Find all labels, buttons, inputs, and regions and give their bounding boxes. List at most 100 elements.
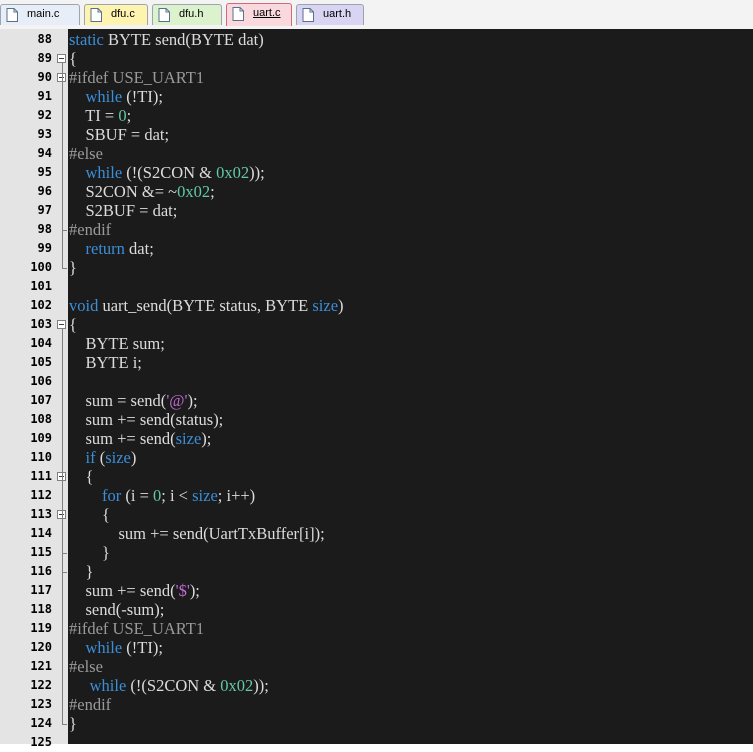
line-number: 121 (30, 659, 52, 673)
code-token: BYTE send(BYTE dat) (103, 30, 264, 49)
code-token: ) (338, 296, 344, 315)
line-number: 123 (30, 697, 52, 711)
code-token: (!TI); (122, 638, 163, 657)
tab-uart-c[interactable]: uart.c (226, 3, 292, 26)
code-token: BYTE i; (69, 353, 142, 372)
code-token: S2BUF = dat; (69, 201, 178, 220)
code-token: } (69, 562, 94, 581)
file-c-icon (90, 8, 102, 22)
code-token: dat; (124, 239, 154, 258)
code-line[interactable]: } (69, 258, 77, 277)
tab-label: main.c (27, 8, 60, 20)
code-line[interactable]: { (69, 467, 94, 486)
code-token: void (69, 296, 99, 315)
line-number: 92 (37, 108, 52, 122)
code-line[interactable]: while (!TI); (69, 87, 163, 106)
code-line[interactable]: send(-sum); (69, 600, 165, 619)
code-token: (!(S2CON & (122, 163, 217, 182)
code-line[interactable]: #endif (69, 695, 111, 714)
code-token: ); (187, 391, 198, 410)
line-number: 113 (30, 507, 52, 521)
code-token: sum += send( (69, 581, 176, 600)
code-line[interactable]: sum += send(status); (69, 410, 224, 429)
code-line[interactable]: return dat; (69, 239, 154, 258)
line-number: 112 (30, 488, 52, 502)
code-token: sum += send( (69, 429, 176, 448)
code-line[interactable]: { (69, 315, 77, 334)
file-c-icon (232, 7, 244, 21)
code-token: #ifdef USE_UART1 (69, 619, 205, 638)
line-number: 91 (37, 89, 52, 103)
line-number: 104 (30, 336, 52, 350)
code-token: sum += send(UartTxBuffer[i]); (69, 524, 325, 543)
tab-dfu-h[interactable]: dfu.h (152, 4, 222, 25)
code-token: ( (95, 448, 106, 467)
code-token: TI = (69, 106, 119, 125)
code-token: sum += send(status); (69, 410, 224, 429)
code-line[interactable]: while (!(S2CON & 0x02)); (69, 676, 269, 695)
line-number: 117 (30, 583, 52, 597)
code-line[interactable]: { (69, 49, 77, 68)
code-line[interactable]: sum += send(UartTxBuffer[i]); (69, 524, 325, 543)
line-number: 120 (30, 640, 52, 654)
code-token: (!TI); (122, 87, 163, 106)
code-line[interactable]: void uart_send(BYTE status, BYTE size) (69, 296, 344, 315)
code-line[interactable]: S2BUF = dat; (69, 201, 178, 220)
code-token: size (105, 448, 131, 467)
code-line[interactable]: S2CON &= ~0x02; (69, 182, 215, 201)
code-token: #endif (69, 695, 112, 714)
fold-end-marker (62, 572, 67, 573)
line-number: 105 (30, 355, 52, 369)
code-line[interactable]: sum += send(size); (69, 429, 212, 448)
code-line[interactable]: while (!TI); (69, 638, 163, 657)
code-line[interactable]: if (size) (69, 448, 137, 467)
code-line[interactable]: { (69, 505, 110, 524)
code-editor[interactable]: 88 89 90 91 92 93 94 95 96 97 98 99 100 101 102 103 104 1… (0, 29, 753, 749)
tab-dfu-c[interactable]: dfu.c (84, 4, 148, 25)
code-line[interactable]: #ifdef USE_UART1 (69, 68, 204, 87)
fold-toggle-icon[interactable] (57, 54, 66, 63)
fold-end-marker (62, 553, 67, 554)
code-token: send(-sum); (69, 600, 165, 619)
fold-toggle-icon[interactable] (57, 320, 66, 329)
code-line[interactable]: #else (69, 144, 103, 163)
code-line[interactable]: TI = 0; (69, 106, 131, 125)
code-line[interactable]: } (69, 543, 110, 562)
code-token: 0 (118, 106, 127, 125)
code-line[interactable]: while (!(S2CON & 0x02)); (69, 163, 265, 182)
code-token: SBUF = dat; (69, 125, 170, 144)
code-line[interactable]: } (69, 562, 94, 581)
code-token: 0x02 (220, 676, 254, 695)
code-token: ; i < (161, 486, 193, 505)
line-number: 103 (30, 317, 52, 331)
code-line[interactable]: for (i = 0; i < size; i++) (69, 486, 255, 505)
line-number: 114 (30, 526, 52, 540)
code-line[interactable]: #endif (69, 220, 111, 239)
code-line[interactable]: sum += send('$'); (69, 581, 200, 600)
tab-main-c[interactable]: main.c (0, 4, 80, 25)
code-token: '$' (175, 581, 190, 600)
code-token: static (69, 30, 104, 49)
code-line[interactable]: SBUF = dat; (69, 125, 170, 144)
code-line[interactable]: #ifdef USE_UART1 (69, 619, 204, 638)
code-line[interactable]: BYTE i; (69, 353, 142, 372)
code-line[interactable]: BYTE sum; (69, 334, 165, 353)
code-line[interactable]: static BYTE send(BYTE dat) (69, 30, 264, 49)
line-number-gutter: 88 89 90 91 92 93 94 95 96 97 98 99 100 101 102 103 104 1… (0, 29, 56, 749)
code-line[interactable]: #else (69, 657, 103, 676)
fold-end-marker (62, 230, 67, 231)
code-line[interactable]: } (69, 714, 77, 733)
code-token: } (69, 543, 110, 562)
code-token: #endif (69, 220, 112, 239)
code-token: for (102, 486, 122, 505)
code-token: { (69, 315, 77, 334)
code-token: size (192, 486, 218, 505)
code-token: while (85, 638, 123, 657)
tab-uart-h[interactable]: uart.h (296, 4, 364, 25)
line-number: 88 (37, 32, 52, 46)
code-token: while (85, 87, 123, 106)
code-line[interactable]: sum = send('@'); (69, 391, 198, 410)
